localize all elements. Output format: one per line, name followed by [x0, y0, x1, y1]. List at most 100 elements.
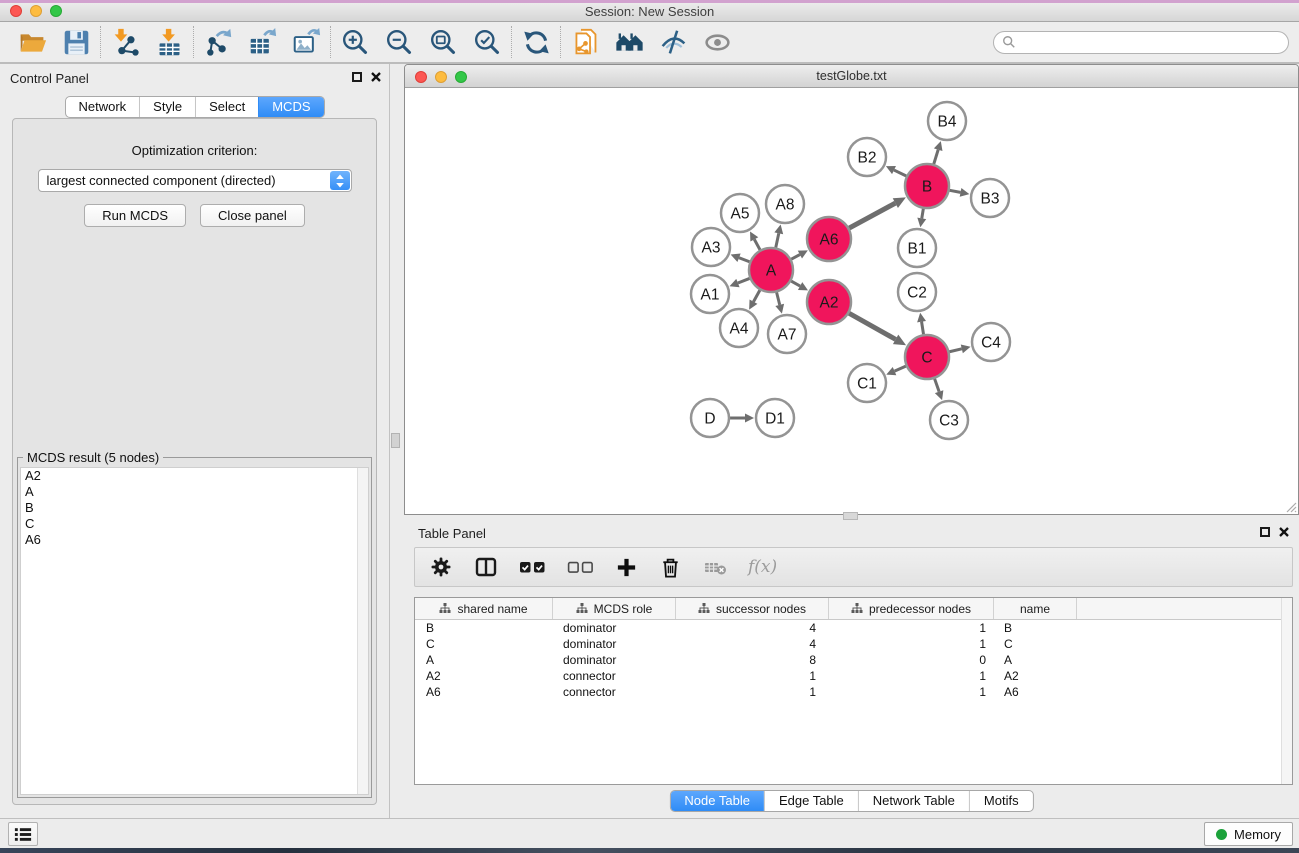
graph-edge-A6-B[interactable] — [849, 203, 895, 228]
graph-node-B2[interactable]: B2 — [848, 138, 886, 176]
graph-edge-A-A5[interactable] — [754, 239, 760, 249]
import-network-icon[interactable] — [108, 26, 142, 58]
gear-icon[interactable] — [429, 554, 453, 580]
node-table[interactable]: shared nameMCDS rolesuccessor nodesprede… — [414, 597, 1293, 785]
table-row[interactable]: A2connector11A2 — [415, 668, 1292, 684]
tab-select[interactable]: Select — [195, 97, 258, 117]
float-table-panel-icon[interactable] — [1260, 527, 1270, 537]
hide-details-icon[interactable] — [656, 26, 690, 58]
graph-edge-A-A8[interactable] — [776, 233, 779, 247]
search-input[interactable] — [1020, 35, 1280, 49]
close-table-panel-icon[interactable] — [1279, 527, 1289, 537]
graph-edge-B-B4[interactable] — [934, 150, 938, 164]
add-column-icon[interactable] — [615, 554, 638, 580]
table-row[interactable]: Bdominator41B — [415, 620, 1292, 636]
graph-edge-C-C4[interactable] — [949, 349, 961, 352]
graph-node-A5[interactable]: A5 — [721, 194, 759, 232]
graph-node-C2[interactable]: C2 — [898, 273, 936, 311]
delete-table-icon[interactable] — [703, 554, 727, 580]
table-row[interactable]: A6connector11A6 — [415, 684, 1292, 700]
column-header-predecessor-nodes[interactable]: predecessor nodes — [829, 598, 994, 619]
graph-edge-B-B1[interactable] — [922, 209, 924, 219]
graph-node-B3[interactable]: B3 — [971, 179, 1009, 217]
table-row[interactable]: Adominator80A — [415, 652, 1292, 668]
graph-node-C4[interactable]: C4 — [972, 323, 1010, 361]
houses-icon[interactable] — [612, 26, 646, 58]
graph-node-A3[interactable]: A3 — [692, 228, 730, 266]
export-table-icon[interactable] — [245, 26, 279, 58]
graph-edge-A-A6[interactable] — [791, 255, 800, 260]
zoom-out-icon[interactable] — [382, 26, 416, 58]
graph-node-C[interactable]: C — [905, 335, 949, 379]
tab-network[interactable]: Network — [65, 97, 139, 117]
graph-node-A4[interactable]: A4 — [720, 309, 758, 347]
network-canvas[interactable]: B4B2BB3B1A5A8A3A6AA1C2A4A7A2CC4C1C3DD1 — [405, 88, 1298, 514]
mcds-result-list[interactable]: A2ABCA6 — [20, 467, 369, 795]
result-list-item[interactable]: B — [21, 500, 368, 516]
result-list-item[interactable]: A — [21, 484, 368, 500]
export-network-icon[interactable] — [201, 26, 235, 58]
task-history-button[interactable] — [8, 822, 38, 846]
tab-network-table[interactable]: Network Table — [858, 791, 969, 811]
graph-edge-A-A2[interactable] — [791, 281, 800, 286]
open-session-icon[interactable] — [15, 26, 49, 58]
tab-style[interactable]: Style — [139, 97, 195, 117]
result-list-scrollbar[interactable] — [357, 468, 368, 794]
graph-node-A[interactable]: A — [749, 248, 793, 292]
deselect-all-checks-icon[interactable] — [567, 554, 594, 580]
tab-mcds[interactable]: MCDS — [258, 97, 323, 117]
column-header-shared-name[interactable]: shared name — [415, 598, 553, 619]
graph-node-A6[interactable]: A6 — [807, 217, 851, 261]
graph-edge-C-C2[interactable] — [922, 322, 924, 335]
column-header-successor-nodes[interactable]: successor nodes — [676, 598, 829, 619]
close-panel-button[interactable]: Close panel — [200, 204, 305, 227]
zoom-in-icon[interactable] — [338, 26, 372, 58]
tab-node-table[interactable]: Node Table — [670, 791, 764, 811]
tab-motifs[interactable]: Motifs — [969, 791, 1033, 811]
export-image-icon[interactable] — [289, 26, 323, 58]
table-scrollbar[interactable] — [1281, 598, 1292, 784]
graph-node-B1[interactable]: B1 — [898, 229, 936, 267]
tab-edge-table[interactable]: Edge Table — [764, 791, 858, 811]
delete-column-icon[interactable] — [659, 554, 682, 580]
graph-edge-C-C1[interactable] — [895, 366, 906, 371]
result-list-item[interactable]: A6 — [21, 532, 368, 548]
graph-edge-B-B2[interactable] — [894, 170, 906, 176]
graph-node-C3[interactable]: C3 — [930, 401, 968, 439]
close-panel-icon[interactable] — [371, 72, 381, 82]
graph-edge-A-A7[interactable] — [777, 292, 780, 305]
import-table-icon[interactable] — [152, 26, 186, 58]
graph-node-A8[interactable]: A8 — [766, 185, 804, 223]
zoom-fit-icon[interactable] — [426, 26, 460, 58]
graph-node-A1[interactable]: A1 — [691, 275, 729, 313]
split-columns-icon[interactable] — [474, 554, 498, 580]
result-list-item[interactable]: C — [21, 516, 368, 532]
refresh-icon[interactable] — [519, 26, 553, 58]
network-window-titlebar[interactable]: testGlobe.txt — [405, 65, 1298, 88]
graph-edge-A-A1[interactable] — [738, 278, 750, 283]
column-header-name[interactable]: name — [994, 598, 1077, 619]
zoom-selected-icon[interactable] — [470, 26, 504, 58]
panel-splitter-grip[interactable] — [391, 433, 400, 448]
run-mcds-button[interactable]: Run MCDS — [84, 204, 186, 227]
graph-node-D[interactable]: D — [691, 399, 729, 437]
graph-edge-A-A4[interactable] — [753, 290, 759, 302]
function-builder-icon[interactable]: f(x) — [748, 554, 777, 580]
show-details-icon[interactable] — [700, 26, 734, 58]
resize-grip-icon[interactable] — [1284, 500, 1297, 513]
graph-node-C1[interactable]: C1 — [848, 364, 886, 402]
float-panel-icon[interactable] — [352, 72, 362, 82]
graph-edge-A-A3[interactable] — [739, 258, 750, 262]
graph-node-D1[interactable]: D1 — [756, 399, 794, 437]
save-session-icon[interactable] — [59, 26, 93, 58]
graph-node-A2[interactable]: A2 — [807, 280, 851, 324]
table-row[interactable]: Cdominator41C — [415, 636, 1292, 652]
select-all-checks-icon[interactable] — [519, 554, 546, 580]
graph-node-A7[interactable]: A7 — [768, 315, 806, 353]
column-header-mcds-role[interactable]: MCDS role — [553, 598, 676, 619]
table-splitter-grip[interactable] — [843, 512, 858, 520]
graph-node-B4[interactable]: B4 — [928, 102, 966, 140]
graph-edge-B-B3[interactable] — [950, 190, 961, 192]
memory-button[interactable]: Memory — [1204, 822, 1293, 846]
result-list-item[interactable]: A2 — [21, 468, 368, 484]
